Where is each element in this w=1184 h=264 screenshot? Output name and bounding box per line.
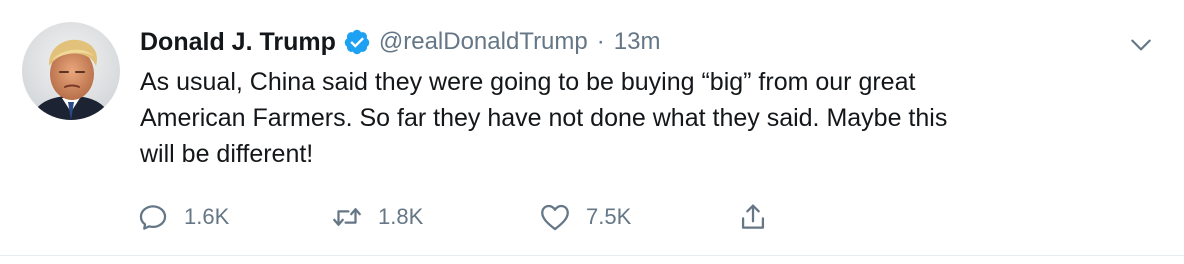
tweet-text: As usual, China said they were going to … bbox=[140, 68, 948, 168]
share-icon bbox=[736, 200, 770, 234]
retweet-count: 1.8K bbox=[378, 204, 424, 229]
avatar[interactable] bbox=[22, 22, 120, 120]
retweet-button[interactable]: 1.8K bbox=[330, 200, 538, 234]
tweet[interactable]: Donald J. Trump @realDonaldTrump · 13m A… bbox=[0, 0, 1184, 256]
reply-count: 1.6K bbox=[184, 204, 230, 229]
share-button[interactable] bbox=[736, 200, 770, 234]
like-button[interactable]: 7.5K bbox=[538, 200, 736, 234]
reply-icon bbox=[136, 200, 170, 234]
retweet-icon bbox=[330, 200, 364, 234]
tweet-header: Donald J. Trump @realDonaldTrump · 13m bbox=[140, 24, 660, 60]
reply-button[interactable]: 1.6K bbox=[136, 200, 330, 234]
avatar-image bbox=[22, 22, 120, 120]
heart-icon bbox=[538, 200, 572, 234]
tweet-actions: 1.6K 1.8K 7.5K bbox=[136, 197, 770, 237]
separator-dot: · bbox=[596, 28, 605, 55]
chevron-down-icon[interactable] bbox=[1128, 32, 1154, 58]
like-count: 7.5K bbox=[586, 204, 632, 229]
timestamp[interactable]: 13m bbox=[614, 28, 661, 56]
verified-badge-icon bbox=[343, 28, 371, 56]
author-handle[interactable]: @realDonaldTrump bbox=[379, 28, 588, 56]
author-name[interactable]: Donald J. Trump bbox=[140, 28, 336, 57]
